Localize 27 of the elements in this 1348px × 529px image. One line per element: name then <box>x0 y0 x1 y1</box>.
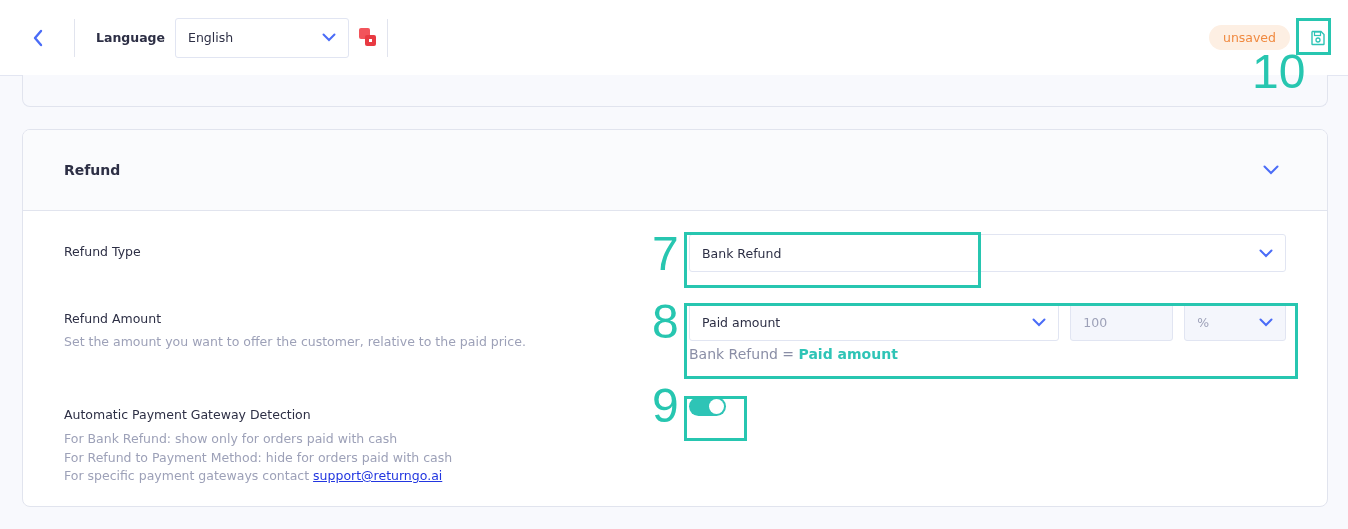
refund-formula: Bank Refund = Paid amount <box>689 346 899 362</box>
chevron-down-icon <box>1259 317 1273 327</box>
chevron-down-icon <box>1032 317 1047 327</box>
callout-number: 8 <box>652 296 679 348</box>
refund-type-label: Refund Type <box>64 244 142 259</box>
chevron-down-icon <box>322 33 336 42</box>
callout-frame <box>1296 18 1331 55</box>
gateway-detection-label: Automatic Payment Gateway Detection <box>64 407 312 422</box>
help-text: For specific payment gateways contact support@returngo.ai <box>64 467 444 485</box>
help-text: For Bank Refund: show only for orders paid with cash <box>64 430 399 448</box>
chevron-down-icon <box>1259 248 1273 258</box>
refund-type-select[interactable]: Bank Refund <box>689 234 1286 272</box>
collapse-chevron-icon[interactable] <box>1263 165 1279 175</box>
save-icon[interactable] <box>1310 29 1326 46</box>
callout-frame <box>684 396 747 441</box>
translate-icon[interactable] <box>359 28 377 47</box>
section-title: Refund <box>64 162 121 178</box>
language-select[interactable]: English <box>175 17 349 58</box>
help-text: For Refund to Payment Method: hide for orders paid with cash <box>64 448 454 467</box>
refund-amount-label: Refund Amount <box>64 311 163 326</box>
language-label: Language <box>96 30 165 45</box>
back-icon[interactable] <box>32 28 44 47</box>
support-email-link[interactable]: support@returngo.ai <box>313 468 443 483</box>
callout-number: 9 <box>652 380 679 432</box>
callout-number: 7 <box>652 228 679 280</box>
unsaved-badge: unsaved <box>1208 25 1290 50</box>
refund-amount-description: Set the amount you want to offer the customer, relative to the paid price. <box>64 334 527 349</box>
